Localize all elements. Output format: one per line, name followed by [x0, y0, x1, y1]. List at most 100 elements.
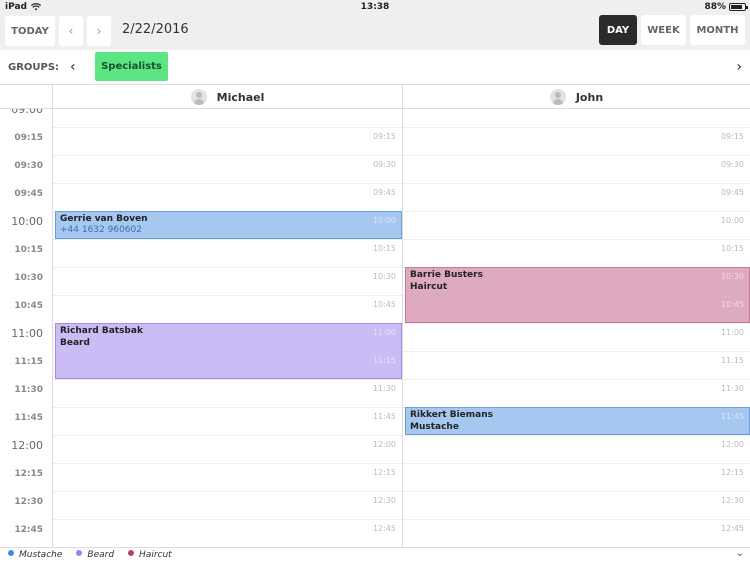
slot-time: 11:30	[720, 384, 744, 393]
slot-time: 10:30	[372, 272, 396, 281]
group-chip-specialists[interactable]: Specialists	[95, 52, 168, 81]
slot-divider	[403, 351, 750, 352]
day-grid[interactable]: 09:00 09:15 09:30 09:45 10:00 10:15 10:30 10:45…	[0, 109, 750, 547]
slot-time: 09:15	[720, 132, 744, 141]
slot-time: 11:30	[372, 384, 396, 393]
resource-column-michael[interactable]: 09:15 09:30 09:45 10:00 10:15 10:30 10:45 11:00…	[52, 109, 402, 547]
slot-divider	[403, 323, 750, 324]
legend-dot-icon	[76, 550, 83, 556]
time-label: 09:15	[14, 133, 43, 143]
legend-label: Mustache	[19, 550, 63, 560]
chevron-right-icon: ›	[96, 24, 102, 38]
time-label: 12:30	[14, 497, 43, 507]
legend-dot-icon	[8, 550, 14, 556]
time-label: 09:00	[11, 109, 43, 116]
legend-item-haircut: Haircut	[128, 550, 172, 560]
slot-divider	[403, 519, 750, 520]
event-slot-time: 10:00	[372, 216, 396, 225]
status-bar: iPad 13:38 88%	[0, 0, 750, 14]
slot-divider	[53, 267, 402, 268]
view-week-button[interactable]: WEEK	[641, 15, 686, 45]
battery-icon	[729, 3, 748, 11]
groups-bar: GROUPS: ‹ Specialists ›	[0, 50, 750, 85]
resource-header-michael[interactable]: Michael	[52, 85, 402, 109]
slot-time: 09:15	[372, 132, 396, 141]
time-label: 11:00	[11, 327, 43, 340]
legend-item-mustache: Mustache	[8, 550, 62, 560]
legend-dot-icon	[128, 550, 135, 556]
slot-divider	[53, 239, 402, 240]
resource-header-john[interactable]: John	[402, 85, 750, 109]
slot-time: 12:15	[372, 468, 396, 477]
slot-divider	[53, 463, 402, 464]
view-month-button[interactable]: MONTH	[690, 15, 745, 45]
slot-time: 10:45	[372, 300, 396, 309]
slot-time: 11:45	[372, 412, 396, 421]
view-day-button[interactable]: DAY	[599, 15, 637, 45]
battery-percent: 88%	[704, 2, 726, 12]
slot-divider	[53, 435, 402, 436]
event-title: Richard Batsbak	[60, 326, 143, 336]
status-right: 88%	[704, 2, 748, 12]
slot-divider	[53, 155, 402, 156]
slot-divider	[403, 435, 750, 436]
today-button[interactable]: TODAY	[5, 16, 55, 46]
time-label: 10:45	[14, 301, 43, 311]
slot-divider	[53, 379, 402, 380]
groups-next-button[interactable]: ›	[736, 59, 742, 75]
slot-divider	[53, 295, 402, 296]
slot-time: 10:00	[720, 216, 744, 225]
slot-time: 11:15	[720, 356, 744, 365]
chevron-right-icon: ›	[736, 59, 742, 75]
appointment-event[interactable]: Rikkert Biemans Mustache 11:45	[405, 407, 750, 435]
groups-prev-button[interactable]: ‹	[70, 59, 76, 75]
slot-time: 12:45	[372, 524, 396, 533]
appointment-event[interactable]: Barrie Busters Haircut 10:30 10:45	[405, 267, 750, 323]
current-date: 2/22/2016	[122, 22, 189, 37]
event-service: Haircut	[410, 282, 448, 292]
slot-time: 12:15	[720, 468, 744, 477]
time-label: 10:15	[14, 245, 43, 255]
calendar-toolbar: TODAY ‹ › 2/22/2016 DAY WEEK MONTH	[0, 14, 750, 50]
event-title: Barrie Busters	[410, 270, 483, 280]
slot-time: 09:30	[372, 160, 396, 169]
chevron-left-icon: ‹	[70, 59, 76, 75]
event-slot-time: 10:30	[720, 272, 744, 281]
slot-time: 09:45	[372, 188, 396, 197]
appointment-event[interactable]: Richard Batsbak Beard 11:00 11:15	[55, 323, 402, 379]
slot-divider	[53, 183, 402, 184]
slot-divider	[403, 211, 750, 212]
slot-time: 09:45	[720, 188, 744, 197]
legend-footer: Mustache Beard Haircut ⌄	[0, 547, 750, 563]
slot-time: 12:45	[720, 524, 744, 533]
clock: 13:38	[360, 2, 390, 12]
event-slot-time: 11:00	[372, 328, 396, 337]
slot-time: 12:30	[372, 496, 396, 505]
category-legend: Mustache Beard Haircut	[8, 550, 172, 560]
time-label: 12:00	[11, 439, 43, 452]
slot-divider	[403, 379, 750, 380]
time-gutter: 09:00 09:15 09:30 09:45 10:00 10:15 10:30 10:45…	[0, 109, 52, 547]
resource-name: John	[575, 90, 604, 104]
previous-day-button[interactable]: ‹	[59, 16, 83, 46]
resource-column-john[interactable]: 09:15 09:30 09:45 10:00 10:15 10:30 10:45 11:00…	[402, 109, 750, 547]
slot-time: 11:00	[720, 328, 744, 337]
event-service: Mustache	[410, 422, 459, 432]
slot-divider	[403, 183, 750, 184]
next-day-button[interactable]: ›	[87, 16, 111, 46]
slot-time: 12:00	[372, 440, 396, 449]
appointment-event[interactable]: Gerrie van Boven +44 1632 960602 10:00	[55, 211, 402, 239]
legend-label: Haircut	[139, 550, 172, 560]
slot-time: 10:15	[720, 244, 744, 253]
resource-name: Michael	[216, 90, 265, 104]
time-label: 12:15	[14, 469, 43, 479]
time-label: 12:45	[14, 525, 43, 535]
groups-label: GROUPS:	[8, 62, 60, 73]
slot-time: 09:30	[720, 160, 744, 169]
time-label: 10:00	[11, 215, 43, 228]
chevron-down-icon[interactable]: ⌄	[736, 548, 744, 559]
event-slot-time: 11:15	[372, 356, 396, 365]
resource-header: Michael John	[0, 85, 750, 109]
slot-divider	[403, 463, 750, 464]
avatar-icon	[190, 89, 207, 105]
